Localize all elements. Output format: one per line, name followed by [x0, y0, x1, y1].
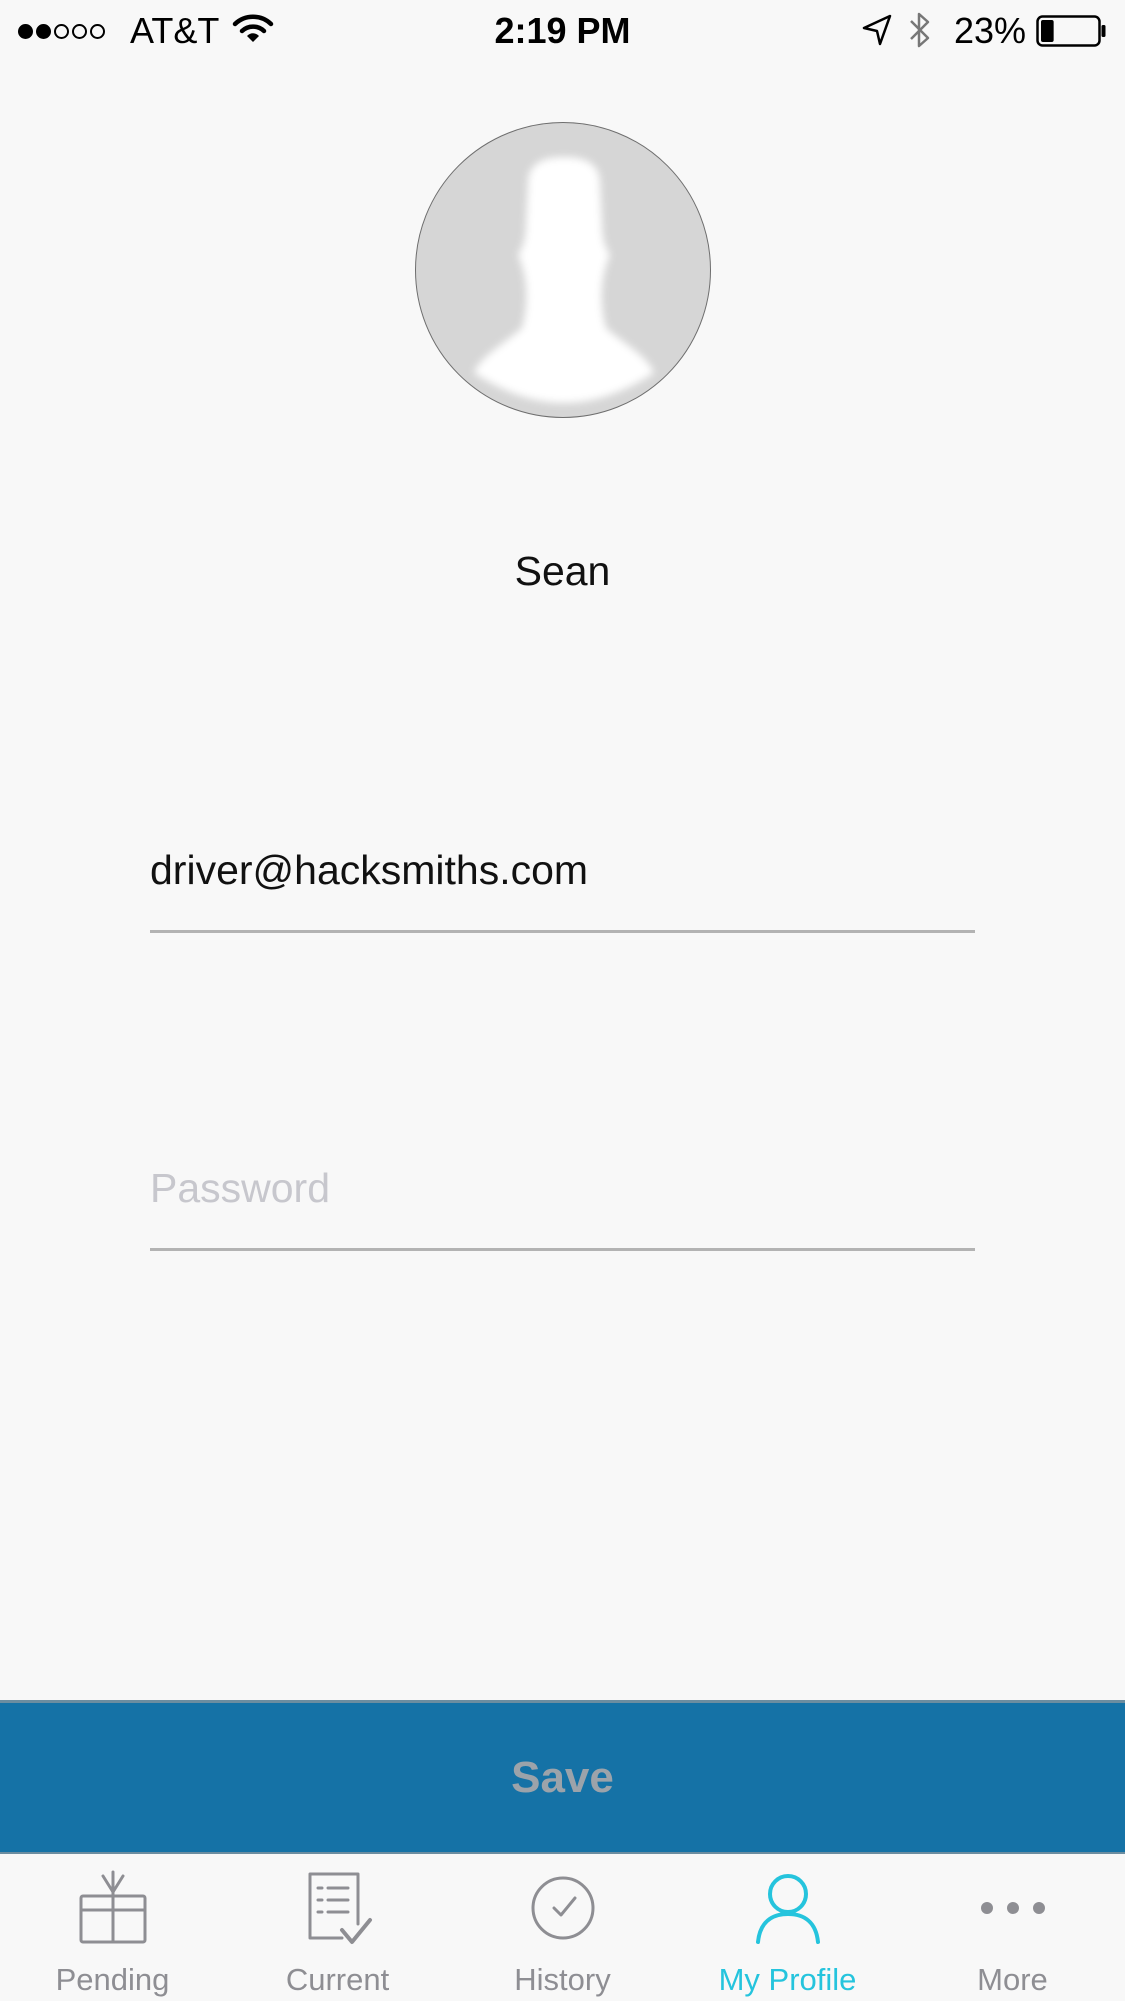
tab-current[interactable]: Current: [225, 1854, 450, 2001]
email-field[interactable]: [150, 833, 975, 907]
status-bar: AT&T 2:19 PM 23%: [0, 0, 1125, 62]
default-avatar-silhouette-icon: [474, 157, 654, 403]
tab-my-profile[interactable]: My Profile: [675, 1854, 900, 2001]
save-button-label: Save: [511, 1752, 614, 1802]
screen: AT&T 2:19 PM 23% Sean driver@hacksmiths.…: [0, 0, 1125, 2001]
tab-label: More: [977, 1962, 1048, 1997]
tab-bar: Pending Current History My Profile More: [0, 1854, 1125, 2001]
tab-pending[interactable]: Pending: [0, 1854, 225, 2001]
tab-more[interactable]: More: [900, 1854, 1125, 2001]
avatar[interactable]: [415, 122, 711, 418]
tab-label: Current: [285, 1962, 390, 1997]
checklist-icon: [298, 1868, 378, 1948]
person-icon: [748, 1868, 828, 1948]
tab-label: Pending: [55, 1962, 170, 1997]
tab-label: My Profile: [718, 1962, 857, 1997]
clock-check-icon: [523, 1868, 603, 1948]
location-arrow-icon: [860, 12, 894, 48]
tab-label: History: [514, 1962, 611, 1997]
password-field-container: [150, 1151, 975, 1251]
gift-icon: [73, 1868, 153, 1948]
more-dots-icon: [973, 1868, 1053, 1948]
tab-history[interactable]: History: [450, 1854, 675, 2001]
save-button[interactable]: Save: [0, 1700, 1125, 1854]
battery-icon: [1036, 15, 1108, 47]
profile-name: Sean: [514, 548, 611, 594]
email-field-container: [150, 833, 975, 933]
password-field[interactable]: [150, 1151, 975, 1225]
bluetooth-icon: [906, 10, 934, 50]
battery-percentage: 23%: [954, 10, 1027, 51]
